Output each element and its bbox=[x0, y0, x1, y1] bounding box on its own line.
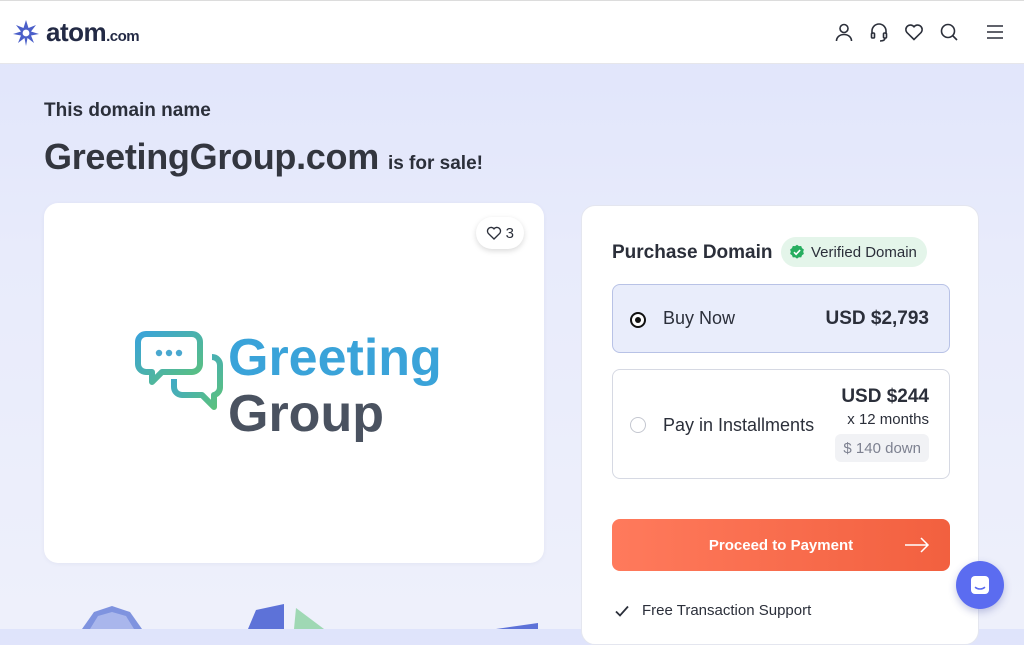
domain-eyebrow: This domain name bbox=[44, 100, 211, 121]
checkmark-icon bbox=[615, 605, 629, 617]
like-button[interactable]: 3 bbox=[475, 217, 524, 249]
like-count: 3 bbox=[505, 224, 514, 242]
for-sale-text: is for sale! bbox=[387, 153, 483, 174]
logo-wordmark: atom.com bbox=[46, 17, 140, 47]
user-icon[interactable] bbox=[833, 21, 855, 43]
heart-outline-icon bbox=[486, 226, 501, 240]
domain-logo-card: 3 Greeting Group bbox=[44, 203, 544, 563]
feature-item: Free Transaction Support bbox=[614, 602, 811, 619]
installments-option[interactable]: Pay in Installments USD $244 x 12 months… bbox=[612, 369, 950, 479]
buy-now-price: USD $2,793 bbox=[825, 308, 929, 329]
domain-name: GreetingGroup.com bbox=[44, 136, 379, 177]
decorative-cards-graphic bbox=[248, 604, 324, 629]
brand-line-1: Greeting bbox=[228, 329, 442, 387]
feature-label: Free Transaction Support bbox=[642, 602, 812, 619]
verified-label: Verified Domain bbox=[811, 243, 917, 261]
menu-icon[interactable] bbox=[984, 21, 1006, 43]
arrow-right-icon bbox=[905, 537, 930, 553]
chat-launcher-button[interactable] bbox=[956, 561, 1004, 609]
top-navigation-bar: atom.com bbox=[0, 0, 1024, 64]
atom-star-icon bbox=[13, 19, 39, 46]
domain-headline: GreetingGroup.com is for sale! bbox=[44, 136, 483, 178]
heart-icon[interactable] bbox=[903, 21, 925, 43]
headset-icon[interactable] bbox=[868, 21, 890, 43]
chat-icon bbox=[971, 576, 989, 594]
installments-label: Pay in Installments bbox=[663, 415, 815, 435]
verified-check-icon bbox=[790, 244, 804, 259]
buy-now-option[interactable]: Buy Now USD $2,793 bbox=[612, 284, 950, 353]
proceed-to-payment-button[interactable]: Proceed to Payment bbox=[612, 519, 950, 571]
atom-logo[interactable]: atom.com bbox=[12, 17, 140, 48]
greeting-group-logo: Greeting Group bbox=[135, 329, 442, 443]
decorative-strip-graphic bbox=[496, 623, 538, 629]
decorative-badge-graphic bbox=[82, 606, 142, 629]
verified-badge: Verified Domain bbox=[781, 237, 927, 267]
proceed-label: Proceed to Payment bbox=[708, 536, 854, 554]
purchase-panel: Purchase Domain Verified Domain Buy Now … bbox=[581, 205, 979, 645]
installment-price: USD $244 bbox=[841, 386, 929, 407]
buy-now-radio[interactable] bbox=[630, 312, 646, 328]
search-icon[interactable] bbox=[938, 21, 960, 43]
installments-radio[interactable] bbox=[630, 417, 646, 433]
down-payment-badge: $ 140 down bbox=[835, 434, 929, 462]
buy-now-label: Buy Now bbox=[663, 308, 736, 328]
purchase-title: Purchase Domain bbox=[612, 242, 773, 263]
installment-months: x 12 months bbox=[847, 411, 929, 428]
brand-line-2: Group bbox=[228, 385, 384, 443]
